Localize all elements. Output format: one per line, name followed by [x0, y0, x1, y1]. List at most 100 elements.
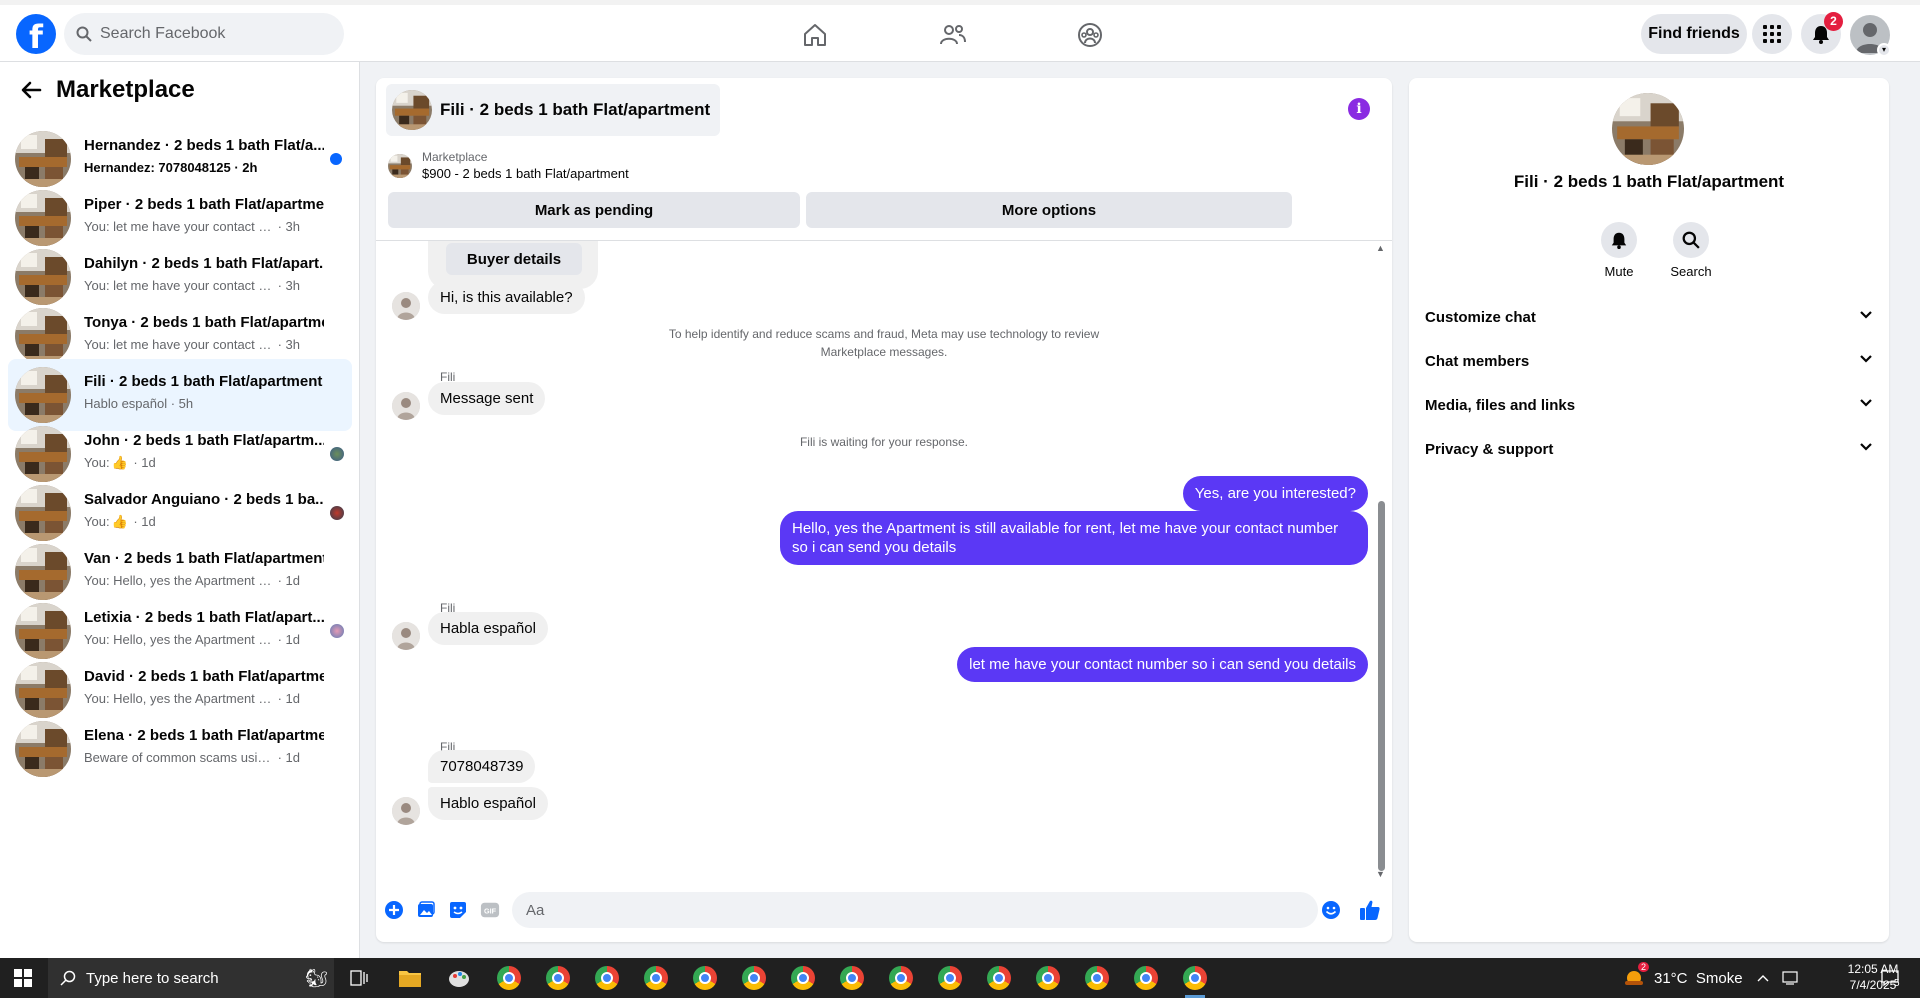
- message-input[interactable]: Aa: [512, 892, 1318, 928]
- preview-text: You: Hello, yes the Apartment is still a…: [84, 691, 274, 706]
- chevron-up-icon[interactable]: [1756, 958, 1770, 998]
- chrome-icon: [693, 966, 717, 990]
- menu-grid-icon[interactable]: [1752, 14, 1792, 54]
- scroll-thumb[interactable]: [1378, 501, 1385, 871]
- info-icon[interactable]: i: [1348, 98, 1370, 120]
- more-options-button[interactable]: More options: [806, 192, 1292, 228]
- chat-members-section[interactable]: Chat members: [1425, 339, 1873, 383]
- preview-text: You:: [84, 514, 110, 529]
- seen-avatar: [330, 447, 344, 461]
- conversation-name: Tonya · 2 beds 1 bath Flat/apartme...: [84, 314, 324, 331]
- chrome-window-icon[interactable]: [587, 962, 627, 994]
- search-icon: [1673, 222, 1709, 258]
- preview-text: Beware of common scams using pay...: [84, 750, 274, 765]
- facebook-logo[interactable]: f: [16, 14, 56, 54]
- chrome-window-icon[interactable]: [930, 962, 970, 994]
- conversation-name: Piper · 2 beds 1 bath Flat/apartment: [84, 196, 324, 213]
- message-composer: GIF Aa: [376, 886, 1392, 934]
- listing-avatar-large[interactable]: [1612, 93, 1684, 165]
- windows-taskbar: Type here to search 🐿 2 31°C Smoke 12:05…: [0, 958, 1920, 998]
- preview-text: You:: [84, 455, 110, 470]
- message-input-placeholder: Aa: [526, 901, 545, 919]
- sticker-icon[interactable]: [448, 900, 468, 920]
- taskbar-search-input[interactable]: Type here to search 🐿: [48, 958, 334, 998]
- network-icon[interactable]: [1782, 958, 1800, 998]
- preview-time: · 1d: [129, 514, 156, 529]
- conversation-preview: You: Hello, yes the Apartment is still a…: [84, 573, 324, 588]
- task-view-icon[interactable]: [339, 962, 379, 994]
- chrome-window-icon[interactable]: [783, 962, 823, 994]
- file-explorer-icon[interactable]: [390, 962, 430, 994]
- gif-icon[interactable]: GIF: [480, 900, 500, 920]
- search-icon: [76, 26, 92, 42]
- search-highlight-illustration-icon: 🐿: [305, 967, 328, 988]
- search-label: Search: [1670, 264, 1712, 279]
- chrome-icon: [595, 966, 619, 990]
- chrome-window-icon[interactable]: [685, 962, 725, 994]
- chevron-down-icon[interactable]: ▾: [1877, 43, 1891, 57]
- chrome-window-icon[interactable]: [832, 962, 872, 994]
- chrome-window-icon[interactable]: [979, 962, 1019, 994]
- groups-icon[interactable]: [1074, 19, 1106, 51]
- plus-icon[interactable]: [384, 900, 404, 920]
- mark-as-pending-button[interactable]: Mark as pending: [388, 192, 800, 228]
- search-conversation-button[interactable]: Search: [1661, 222, 1721, 279]
- friends-icon[interactable]: [937, 19, 969, 51]
- chevron-down-icon: [1859, 352, 1873, 370]
- message-scrollbar[interactable]: ▲ ▼: [1376, 241, 1386, 879]
- chrome-window-icon[interactable]: [1077, 962, 1117, 994]
- conversation-item[interactable]: Elena · 2 beds 1 bath Flat/apartment Bewa…: [8, 713, 352, 785]
- incoming-message: Hi, is this available?: [428, 281, 585, 314]
- privacy-support-section[interactable]: Privacy & support: [1425, 427, 1873, 471]
- chrome-window-icon[interactable]: [489, 962, 529, 994]
- photo-icon[interactable]: [416, 900, 436, 920]
- incoming-message: Habla español: [428, 612, 548, 645]
- buyer-details-button[interactable]: Buyer details: [446, 243, 582, 275]
- back-arrow-icon[interactable]: [20, 79, 42, 101]
- chat-details-panel: Fili · 2 beds 1 bath Flat/apartment Mute…: [1409, 78, 1889, 942]
- chrome-window-icon[interactable]: [636, 962, 676, 994]
- notification-badge: 2: [1824, 12, 1843, 31]
- chrome-window-icon[interactable]: [1175, 962, 1215, 998]
- chrome-window-icon[interactable]: [538, 962, 578, 994]
- windows-start-icon[interactable]: [0, 958, 46, 998]
- emoji-icon[interactable]: [1321, 900, 1341, 920]
- chrome-icon: [1036, 966, 1060, 990]
- listing-summary[interactable]: Marketplace $900 - 2 beds 1 bath Flat/ap…: [388, 150, 629, 181]
- like-thumb-icon[interactable]: [1358, 898, 1382, 922]
- conversation-preview: Hablo español · 5h: [84, 396, 324, 411]
- chrome-window-icon[interactable]: [1028, 962, 1068, 994]
- conversation-preview: Beware of common scams using pay... · 1d: [84, 750, 324, 765]
- customize-chat-section[interactable]: Customize chat: [1425, 295, 1873, 339]
- chat-header[interactable]: Fili · 2 beds 1 bath Flat/apartment: [386, 84, 721, 136]
- mute-button[interactable]: Mute: [1589, 222, 1649, 279]
- conversation-preview: You: let me have your contact number... …: [84, 278, 324, 293]
- incoming-message: Message sent: [428, 382, 546, 415]
- notification-center-icon[interactable]: 5: [1880, 958, 1900, 998]
- chrome-window-icon[interactable]: [734, 962, 774, 994]
- chat-panel: Fili · 2 beds 1 bath Flat/apartment i Ma…: [376, 78, 1392, 942]
- preview-time: · 1d: [274, 573, 301, 588]
- scroll-down-arrow-icon[interactable]: ▼: [1376, 869, 1385, 879]
- find-friends-button[interactable]: Find friends: [1641, 14, 1747, 54]
- media-files-links-section[interactable]: Media, files and links: [1425, 383, 1873, 427]
- paint-app-icon[interactable]: [440, 962, 480, 994]
- section-label: Customize chat: [1425, 308, 1536, 326]
- listing-price-title: $900 - 2 beds 1 bath Flat/apartment: [422, 166, 629, 181]
- scroll-up-arrow-icon[interactable]: ▲: [1376, 243, 1385, 253]
- preview-text: Hernandez: 7078048125: [84, 160, 231, 175]
- chrome-window-icon[interactable]: [1126, 962, 1166, 994]
- conversation-preview: You: 👍 · 1d: [84, 455, 324, 471]
- conversation-avatar: [15, 426, 71, 482]
- chrome-icon: [938, 966, 962, 990]
- chrome-icon: [1183, 966, 1207, 990]
- weather-widget[interactable]: 2 31°C Smoke: [1622, 958, 1743, 998]
- chrome-icon: [1085, 966, 1109, 990]
- conversation-avatar: [15, 603, 71, 659]
- chrome-icon: [889, 966, 913, 990]
- conversation-avatar: [15, 249, 71, 305]
- facebook-search-input[interactable]: Search Facebook: [64, 13, 344, 55]
- chrome-window-icon[interactable]: [881, 962, 921, 994]
- home-icon[interactable]: [799, 19, 831, 51]
- preview-time: · 3h: [274, 337, 301, 352]
